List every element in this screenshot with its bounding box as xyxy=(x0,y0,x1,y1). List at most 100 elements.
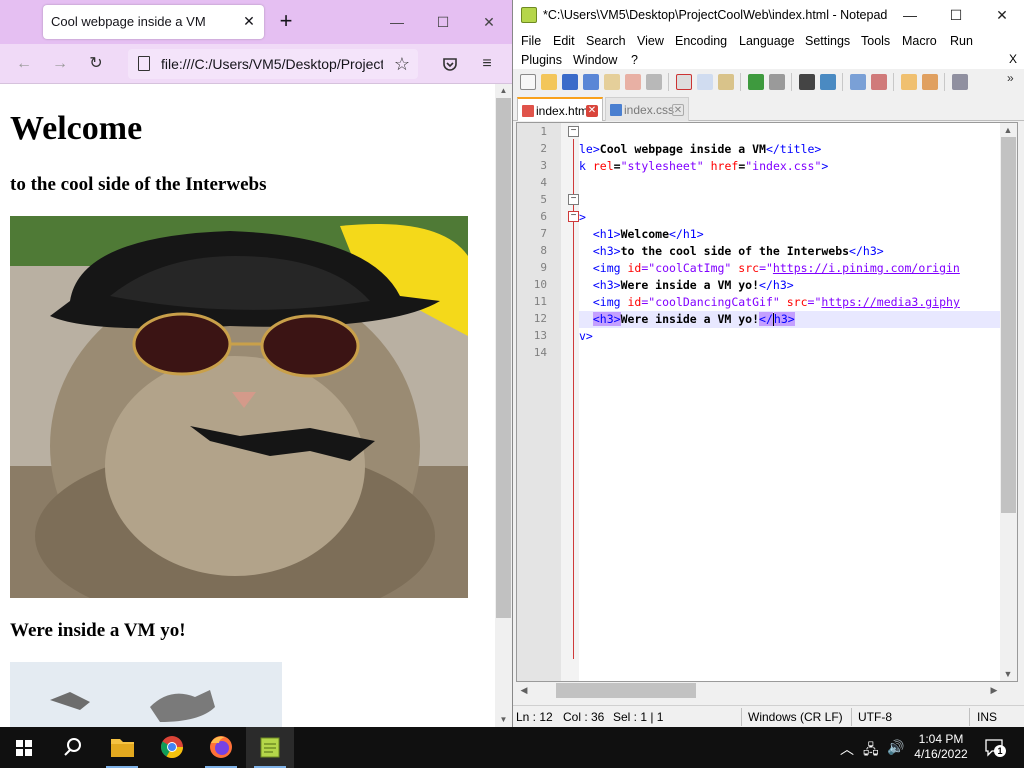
notification-center-button[interactable]: 1 xyxy=(984,737,1006,757)
close-tab-icon[interactable]: ✕ xyxy=(586,105,598,117)
search-button[interactable] xyxy=(48,727,96,768)
menu-edit[interactable]: Edit xyxy=(553,34,575,48)
word-wrap-icon[interactable] xyxy=(952,74,968,90)
zoom-out-icon[interactable] xyxy=(871,74,887,90)
print-icon[interactable] xyxy=(646,74,662,90)
url-bar[interactable]: file:///C:/Users/VM5/Desktop/ProjectCool… xyxy=(128,49,418,79)
replace-icon[interactable] xyxy=(820,74,836,90)
show-hidden-icons-chevron-icon[interactable]: ︿ xyxy=(840,739,854,759)
status-line-endings[interactable]: Windows (CR LF) xyxy=(748,710,843,724)
copy-icon[interactable] xyxy=(697,74,713,90)
chrome-button[interactable] xyxy=(148,727,196,768)
tab-index-css[interactable]: index.css ✕ xyxy=(605,97,689,121)
menu-encoding[interactable]: Encoding xyxy=(675,34,727,48)
editor-horizontal-scrollbar[interactable]: ◀ ▶ xyxy=(516,682,1002,699)
file-explorer-button[interactable] xyxy=(98,727,146,768)
url-text[interactable]: file:///C:/Users/VM5/Desktop/ProjectCool… xyxy=(161,56,383,72)
taskbar-clock[interactable]: 1:04 PM 4/16/2022 xyxy=(908,732,974,762)
toolbar-overflow-icon[interactable]: » xyxy=(1007,71,1014,85)
clock-time: 1:04 PM xyxy=(918,732,964,746)
close-file-icon[interactable] xyxy=(604,74,620,90)
file-icon xyxy=(138,56,150,71)
code-url-link[interactable]: https://i.pinimg.com/origin xyxy=(773,261,960,275)
sync-horizontal-icon[interactable] xyxy=(922,74,938,90)
code-token: ="coolDancingCatGif" xyxy=(641,295,787,309)
firefox-vertical-scrollbar[interactable]: ▲ ▼ xyxy=(495,84,512,727)
minimize-icon[interactable]: — xyxy=(374,0,420,44)
code-token: "stylesheet" xyxy=(620,159,704,173)
reload-icon[interactable]: ↻ xyxy=(82,50,110,78)
save-all-icon[interactable] xyxy=(583,74,599,90)
scroll-down-arrow-icon[interactable]: ▼ xyxy=(1001,667,1015,681)
tab-index-html[interactable]: index.html ✕ xyxy=(517,97,603,121)
close-tab-icon[interactable]: ✕ xyxy=(672,104,684,116)
bookmark-star-icon[interactable]: ☆ xyxy=(390,52,414,76)
close-window-icon[interactable]: ✕ xyxy=(979,0,1024,31)
page-subheading: to the cool side of the Interwebs xyxy=(10,174,267,195)
maximize-icon[interactable]: ☐ xyxy=(933,0,979,31)
fold-toggle-icon[interactable]: − xyxy=(568,126,579,137)
zoom-in-icon[interactable] xyxy=(850,74,866,90)
new-tab-button[interactable]: + xyxy=(274,9,298,35)
redo-icon[interactable] xyxy=(769,74,785,90)
pocket-icon[interactable] xyxy=(436,50,464,78)
line-number: 5 xyxy=(540,193,547,206)
menu-window[interactable]: Window xyxy=(573,53,617,67)
save-icon[interactable] xyxy=(562,74,578,90)
scroll-up-arrow-icon[interactable]: ▲ xyxy=(495,84,512,98)
menu-search[interactable]: Search xyxy=(586,34,626,48)
code-line-9: <img id="coolCatImg" src="https://i.pini… xyxy=(579,260,960,277)
menu-settings[interactable]: Settings xyxy=(805,34,850,48)
undo-icon[interactable] xyxy=(748,74,764,90)
line-number: 14 xyxy=(533,346,547,359)
menu-plugins[interactable]: Plugins xyxy=(521,53,562,67)
back-arrow-icon[interactable]: ← xyxy=(10,50,38,78)
scroll-up-arrow-icon[interactable]: ▲ xyxy=(1001,123,1015,137)
menu-macro[interactable]: Macro xyxy=(902,34,937,48)
maximize-icon[interactable]: ☐ xyxy=(420,0,466,44)
code-token-highlighted: </ xyxy=(759,312,773,326)
network-icon[interactable]: 🖧 xyxy=(863,739,879,763)
scrollbar-thumb[interactable] xyxy=(556,683,696,698)
code-token: <img xyxy=(592,261,628,275)
fold-toggle-icon[interactable]: − xyxy=(568,211,579,222)
code-token: <h3> xyxy=(592,244,621,258)
menu-file[interactable]: File xyxy=(521,34,541,48)
scroll-left-arrow-icon[interactable]: ◀ xyxy=(517,683,531,697)
start-button[interactable] xyxy=(0,727,48,768)
close-window-icon[interactable]: ✕ xyxy=(466,0,512,44)
menu-tools[interactable]: Tools xyxy=(861,34,890,48)
status-encoding[interactable]: UTF-8 xyxy=(858,710,892,724)
forward-arrow-icon[interactable]: → xyxy=(46,50,74,78)
minimize-icon[interactable]: — xyxy=(887,0,933,31)
code-url-link[interactable]: https://media3.giphy xyxy=(821,295,959,309)
fold-toggle-icon[interactable]: − xyxy=(568,194,579,205)
hamburger-menu-icon[interactable]: ≡ xyxy=(473,50,501,78)
code-token: Cool webpage inside a VM xyxy=(599,142,766,156)
scrollbar-thumb[interactable] xyxy=(1001,137,1016,513)
volume-icon[interactable]: 🔊 xyxy=(887,739,904,756)
close-document-icon[interactable]: X xyxy=(1009,52,1017,66)
menu-view[interactable]: View xyxy=(637,34,664,48)
scrollbar-thumb[interactable] xyxy=(496,98,511,618)
paste-icon[interactable] xyxy=(718,74,734,90)
scroll-right-arrow-icon[interactable]: ▶ xyxy=(987,683,1001,697)
open-file-icon[interactable] xyxy=(541,74,557,90)
editor-vertical-scrollbar[interactable]: ▲ ▼ xyxy=(1000,123,1017,681)
find-icon[interactable] xyxy=(799,74,815,90)
code-token: k xyxy=(579,159,593,173)
scroll-down-arrow-icon[interactable]: ▼ xyxy=(495,713,512,727)
menu-language[interactable]: Language xyxy=(739,34,795,48)
close-tab-icon[interactable]: ✕ xyxy=(239,11,259,31)
firefox-button[interactable] xyxy=(197,727,245,768)
sync-vertical-icon[interactable] xyxy=(901,74,917,90)
menu-help[interactable]: ? xyxy=(631,53,638,67)
firefox-tab[interactable]: Cool webpage inside a VM ✕ xyxy=(43,5,264,39)
cut-icon[interactable] xyxy=(676,74,692,90)
code-editor[interactable]: − − − 1 2 3 4 5 6 7 8 9 10 11 12 13 14 l… xyxy=(516,122,1018,682)
close-all-icon[interactable] xyxy=(625,74,641,90)
menu-run[interactable]: Run xyxy=(950,34,973,48)
notepadpp-taskbar-button[interactable] xyxy=(246,727,294,768)
new-file-icon[interactable] xyxy=(520,74,536,90)
code-token-highlighted: h3> xyxy=(773,312,795,326)
